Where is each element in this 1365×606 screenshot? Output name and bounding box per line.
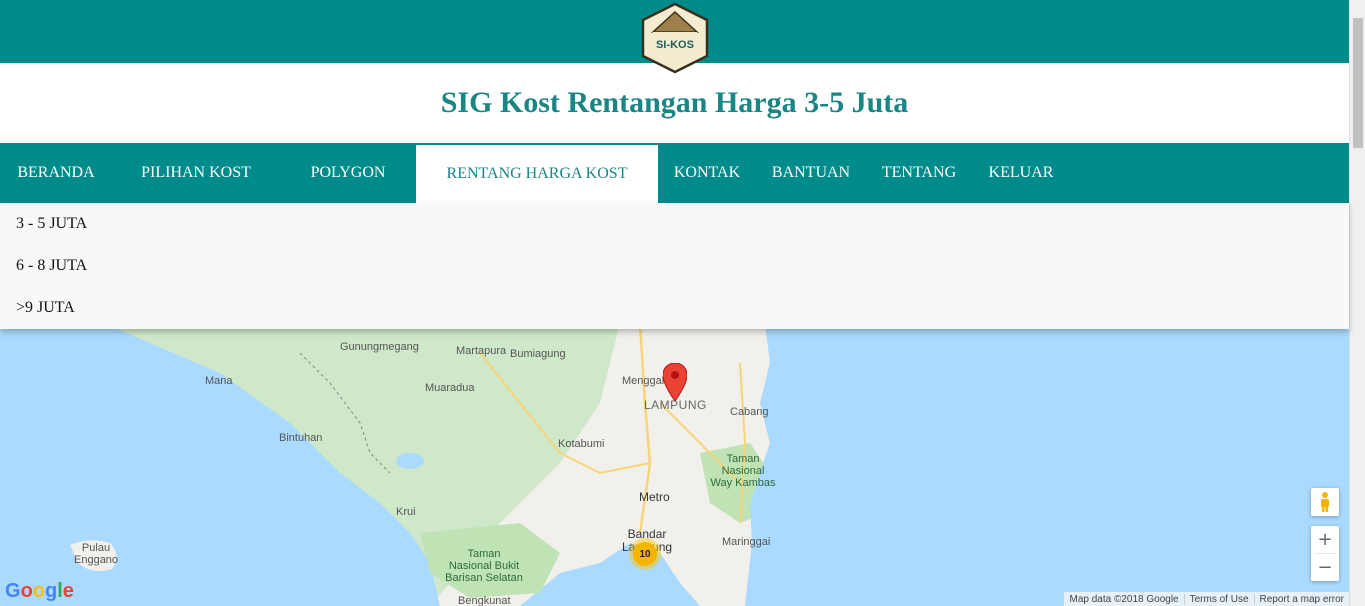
map-label-krui: Krui: [396, 506, 416, 518]
map-label-metro: Metro: [639, 490, 670, 504]
map-label-bumiagung: Bumiagung: [510, 348, 566, 360]
nav-item-beranda[interactable]: BERANDA: [0, 143, 112, 203]
page: SI-KOS SIG Kost Rentangan Harga 3-5 Juta…: [0, 0, 1365, 606]
map-pin-icon: [663, 363, 687, 401]
cluster-count: 10: [633, 542, 657, 566]
logo-text: SI-KOS: [656, 39, 694, 51]
nav-item-kontak[interactable]: KONTAK: [658, 143, 756, 203]
nav-item-bantuan[interactable]: BANTUAN: [756, 143, 866, 203]
marker-cluster[interactable]: 10: [629, 538, 661, 570]
map-label-kotabumi: Kotabumi: [558, 438, 605, 450]
page-scrollbar[interactable]: [1349, 0, 1365, 606]
map-label-pulau-enggano: Pulau Enggano: [74, 542, 119, 566]
map-label-gunungmegang: Gunungmegang: [340, 341, 419, 353]
zoom-control: + −: [1311, 526, 1339, 581]
nav-item-tentang[interactable]: TENTANG: [866, 143, 972, 203]
map-label-martapura: Martapura: [456, 345, 507, 357]
zoom-in-button[interactable]: +: [1311, 526, 1339, 553]
google-logo[interactable]: Google: [5, 580, 74, 603]
street-view-pegman[interactable]: [1311, 488, 1339, 516]
nav-item-rentang-harga-kost[interactable]: RENTANG HARGA KOST: [416, 145, 658, 203]
terms-link[interactable]: Terms of Use: [1183, 593, 1254, 605]
price-range-dropdown: 3 - 5 JUTA 6 - 8 JUTA >9 JUTA: [0, 203, 1349, 329]
map-label-taman-bukit-barisan: Taman Nasional Bukit Barisan Selatan: [445, 548, 523, 584]
logo-icon: SI-KOS: [641, 2, 709, 74]
report-error-link[interactable]: Report a map error: [1253, 593, 1349, 605]
main-nav: BERANDA PILIHAN KOST POLYGON RENTANG HAR…: [0, 143, 1349, 203]
nav-item-pilihan-kost[interactable]: PILIHAN KOST: [112, 143, 280, 203]
scrollbar-thumb[interactable]: [1353, 18, 1363, 148]
map-label-maringgai: Maringgai: [722, 536, 771, 548]
map-label-bengkunat: Bengkunat: [458, 595, 511, 606]
map-label-muaradua: Muaradua: [425, 382, 475, 394]
map-label-cabang: Cabang: [730, 406, 769, 418]
nav-item-polygon[interactable]: POLYGON: [280, 143, 416, 203]
site-logo[interactable]: SI-KOS: [639, 2, 711, 74]
dropdown-option-3-5-juta[interactable]: 3 - 5 JUTA: [16, 215, 87, 233]
dropdown-option-9-juta[interactable]: >9 JUTA: [16, 299, 75, 317]
dropdown-option-6-8-juta[interactable]: 6 - 8 JUTA: [16, 257, 87, 275]
page-title: SIG Kost Rentangan Harga 3-5 Juta: [440, 86, 909, 119]
map-label-mana: Mana: [205, 375, 233, 387]
map-data-credit: Map data ©2018 Google: [1069, 593, 1179, 605]
map-label-bintuhan: Bintuhan: [279, 432, 323, 444]
map-label-taman-way-kambas: Taman Nasional Way Kambas: [710, 453, 776, 489]
pegman-icon: [1321, 492, 1329, 512]
nav-item-keluar[interactable]: KELUAR: [972, 143, 1070, 203]
map-attribution: Map data ©2018 Google Terms of Use Repor…: [1064, 592, 1349, 606]
title-bar: SIG Kost Rentangan Harga 3-5 Juta: [0, 63, 1349, 143]
zoom-out-button[interactable]: −: [1311, 554, 1339, 581]
map-marker[interactable]: [663, 363, 687, 401]
